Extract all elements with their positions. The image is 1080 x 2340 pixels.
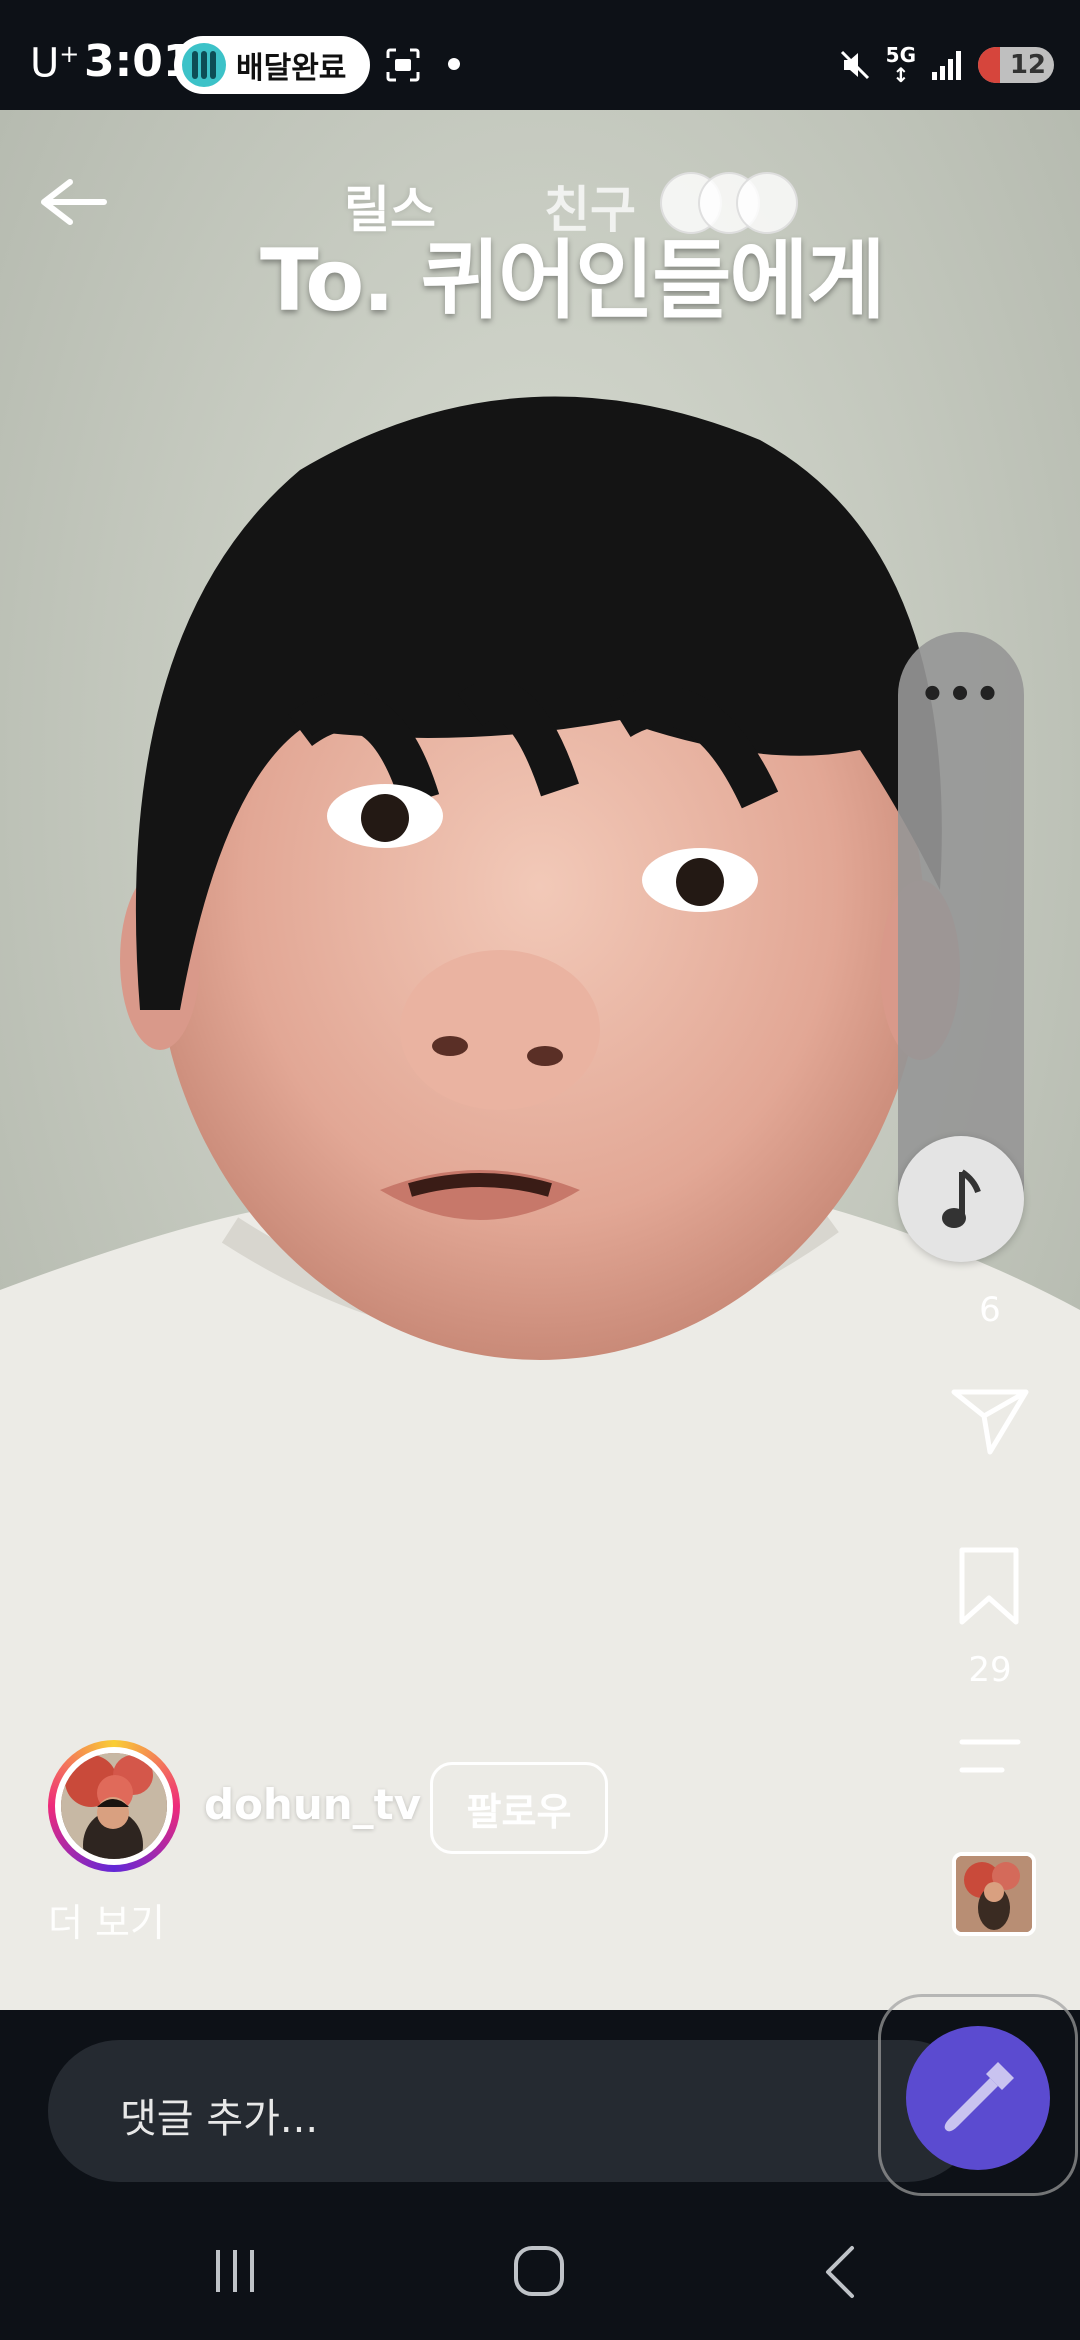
author-username[interactable]: dohun_tv [204,1780,421,1829]
music-button[interactable] [898,1136,1024,1262]
delivery-notification-pill[interactable]: 배달완료 [174,36,370,94]
comment-input[interactable]: 댓글 추가... [48,2040,978,2182]
carrier-label: U+ [30,40,80,87]
system-icons: 5G ↕ 12 [838,40,1054,90]
share-icon[interactable] [950,1386,1030,1458]
video-caption-title: To. 퀴어인들에게 [260,231,886,331]
more-options-icon[interactable]: ••• [898,672,1024,718]
system-navigation-bar [0,2200,1080,2340]
back-icon[interactable] [820,2244,860,2300]
music-note-icon [942,1169,981,1228]
comments-count: 6 [979,1290,1001,1330]
network-type: 5G ↕ [885,43,916,87]
back-arrow-icon[interactable] [34,172,114,232]
screen-capture-icon [386,48,420,82]
delivery-app-icon [182,43,226,87]
bookmark-icon[interactable] [956,1546,1022,1626]
author-avatar[interactable] [48,1740,180,1872]
status-bar: U+ 3:01 배달완료 5G ↕ 12 [0,0,1080,110]
see-more-link[interactable]: 더 보기 [48,1892,165,1947]
menu-lines-icon[interactable] [958,1736,1022,1776]
saves-count: 29 [968,1650,1012,1690]
comment-bar: 댓글 추가... [0,1994,1080,2200]
reel-video[interactable]: 릴스 친구 To. 퀴어인들에게 ••• 6 29 dohun_tv 팔로우 더… [0,110,1080,2010]
signal-icon [932,51,961,80]
author-avatar-image [61,1753,167,1859]
floating-tool-button[interactable] [906,2026,1050,2170]
notification-pill-label: 배달완료 [236,51,347,86]
dropper-icon [944,2062,1014,2132]
comment-placeholder: 댓글 추가... [120,2096,319,2142]
recent-apps-icon[interactable] [210,2246,260,2296]
battery-indicator: 12 [978,47,1054,83]
notification-dot-icon [448,58,460,70]
home-icon[interactable] [512,2244,566,2298]
audio-thumbnail-image [956,1856,1032,1932]
mute-icon [840,50,869,80]
follow-button[interactable]: 팔로우 [430,1762,608,1854]
audio-thumbnail[interactable] [952,1852,1036,1936]
